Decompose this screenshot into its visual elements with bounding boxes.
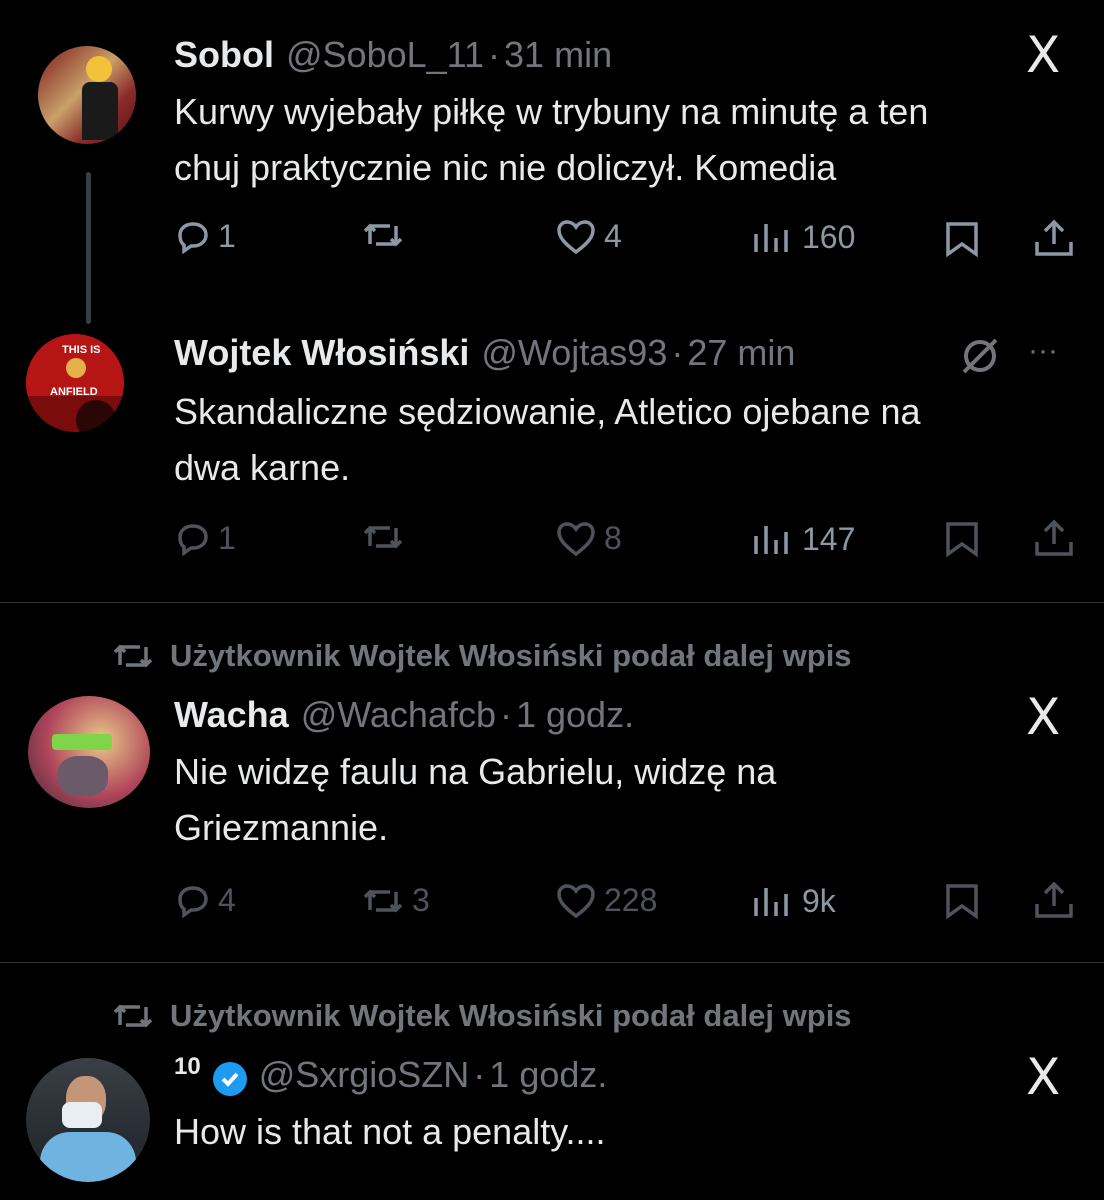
avatar-label-top: THIS IS	[62, 344, 101, 356]
separator: ·	[488, 34, 501, 75]
repost-button[interactable]	[362, 218, 412, 252]
reply-button[interactable]: 1	[176, 520, 236, 557]
repost-arrows-icon	[363, 889, 403, 912]
repost-count: 3	[412, 882, 430, 918]
tweet-text-line: Kurwy wyjebały piłkę w trybuny na minutę…	[174, 91, 929, 132]
repost-arrows-icon	[363, 223, 403, 247]
tweet-text-line: Nie widzę faulu na Gabrielu, widzę na	[174, 751, 777, 792]
divider	[0, 602, 1104, 603]
tweet-text-line: chuj praktycznie nic nie doliczył. Komed…	[174, 147, 837, 188]
speech-bubble-icon	[178, 885, 208, 918]
tweet-text-line: dwa karne.	[174, 447, 351, 488]
x-logo-icon: X	[1026, 688, 1061, 746]
repost-button[interactable]: 3	[362, 882, 430, 919]
speech-bubble-icon	[178, 221, 208, 254]
bookmark-icon	[946, 522, 978, 558]
tweet-text: Nie widzę faulu na Gabrielu, widzę na Gr…	[174, 744, 1074, 856]
like-button[interactable]: 228	[556, 882, 657, 919]
author-name[interactable]: 10	[174, 1053, 201, 1081]
like-count: 4	[604, 218, 622, 254]
timestamp[interactable]: 31 min	[504, 34, 612, 76]
author-name[interactable]: Wacha	[174, 694, 289, 736]
thread-line	[86, 172, 91, 324]
x-logo-icon: X	[1026, 1048, 1061, 1106]
share-upload-icon	[1035, 519, 1073, 556]
tweet-text: How is that not a penalty....	[174, 1104, 1074, 1160]
avatar-wacha[interactable]	[28, 696, 150, 808]
avatar-sxrgio[interactable]	[26, 1058, 150, 1182]
repost-label-text: Użytkownik Wojtek Włosiński podał dalej …	[170, 998, 852, 1033]
view-count: 147	[802, 520, 856, 557]
slashed-circle-icon[interactable]	[958, 334, 1002, 378]
repost-label[interactable]: Użytkownik Wojtek Włosiński podał dalej …	[112, 998, 852, 1034]
views-button[interactable]: 9k	[750, 882, 836, 920]
bookmark-icon	[946, 884, 978, 920]
divider	[0, 962, 1104, 963]
view-count: 160	[802, 218, 856, 255]
repost-label-text: Użytkownik Wojtek Włosiński podał dalej …	[170, 638, 852, 673]
like-button[interactable]: 8	[556, 520, 622, 557]
share-upload-icon	[1035, 219, 1073, 256]
separator: ·	[671, 332, 684, 373]
views-button[interactable]: 147	[750, 520, 855, 558]
avatar-wojtek[interactable]: THIS IS ANFIELD	[26, 334, 124, 432]
heart-icon	[557, 521, 595, 556]
repost-arrows-icon	[113, 644, 153, 668]
avatar-label-bottom: ANFIELD	[50, 386, 98, 398]
timestamp[interactable]: 1 godz.	[516, 694, 634, 736]
like-button[interactable]: 4	[556, 218, 622, 255]
tweet-text-line: Griezmannie.	[174, 807, 389, 848]
x-logo-icon: X	[1026, 26, 1061, 84]
separator: ·	[499, 694, 512, 735]
bar-chart-icon	[754, 526, 788, 554]
tweet-text: Skandaliczne sędziowanie, Atletico ojeba…	[174, 384, 1074, 496]
speech-bubble-icon	[178, 523, 208, 556]
view-count: 9k	[802, 882, 836, 919]
heart-icon	[557, 219, 595, 254]
verified-badge-icon	[212, 1062, 247, 1096]
reply-button[interactable]: 4	[176, 882, 236, 919]
avatar-sobol[interactable]	[38, 46, 136, 144]
share-button[interactable]	[1032, 518, 1076, 558]
more-options-icon[interactable]: ···	[1028, 334, 1058, 368]
tweet-text: Kurwy wyjebały piłkę w trybuny na minutę…	[174, 84, 1074, 196]
repost-label[interactable]: Użytkownik Wojtek Włosiński podał dalej …	[112, 638, 852, 674]
share-button[interactable]	[1032, 880, 1076, 920]
share-button[interactable]	[1032, 218, 1076, 258]
author-handle[interactable]: @SxrgioSZN	[259, 1054, 470, 1096]
reply-count: 1	[218, 218, 236, 254]
reply-count: 4	[218, 882, 236, 918]
bookmark-button[interactable]	[942, 220, 982, 258]
author-handle[interactable]: @SoboL_11	[286, 34, 484, 76]
share-upload-icon	[1035, 881, 1073, 918]
author-name[interactable]: Wojtek Włosiński	[174, 332, 469, 374]
timestamp[interactable]: 27 min	[687, 332, 795, 374]
author-handle[interactable]: @Wachafcb	[301, 694, 496, 736]
reply-count: 1	[218, 520, 236, 556]
tweet-text-line: Skandaliczne sędziowanie, Atletico ojeba…	[174, 391, 921, 432]
repost-arrows-icon	[363, 525, 403, 549]
bookmark-icon	[946, 222, 978, 258]
bookmark-button[interactable]	[942, 520, 982, 558]
author-name[interactable]: Sobol	[174, 34, 274, 76]
bar-chart-icon	[754, 888, 788, 916]
views-button[interactable]: 160	[750, 218, 855, 256]
repost-button[interactable]	[362, 520, 412, 554]
bar-chart-icon	[754, 224, 788, 252]
reply-button[interactable]: 1	[176, 218, 236, 255]
author-handle[interactable]: @Wojtas93	[481, 332, 667, 374]
separator: ·	[473, 1054, 486, 1095]
tweet-text-line: How is that not a penalty....	[174, 1111, 606, 1152]
heart-icon	[557, 883, 595, 918]
like-count: 8	[604, 520, 622, 556]
bookmark-button[interactable]	[942, 882, 982, 920]
timestamp[interactable]: 1 godz.	[489, 1054, 607, 1096]
repost-arrows-icon	[113, 1004, 153, 1028]
like-count: 228	[604, 882, 658, 918]
